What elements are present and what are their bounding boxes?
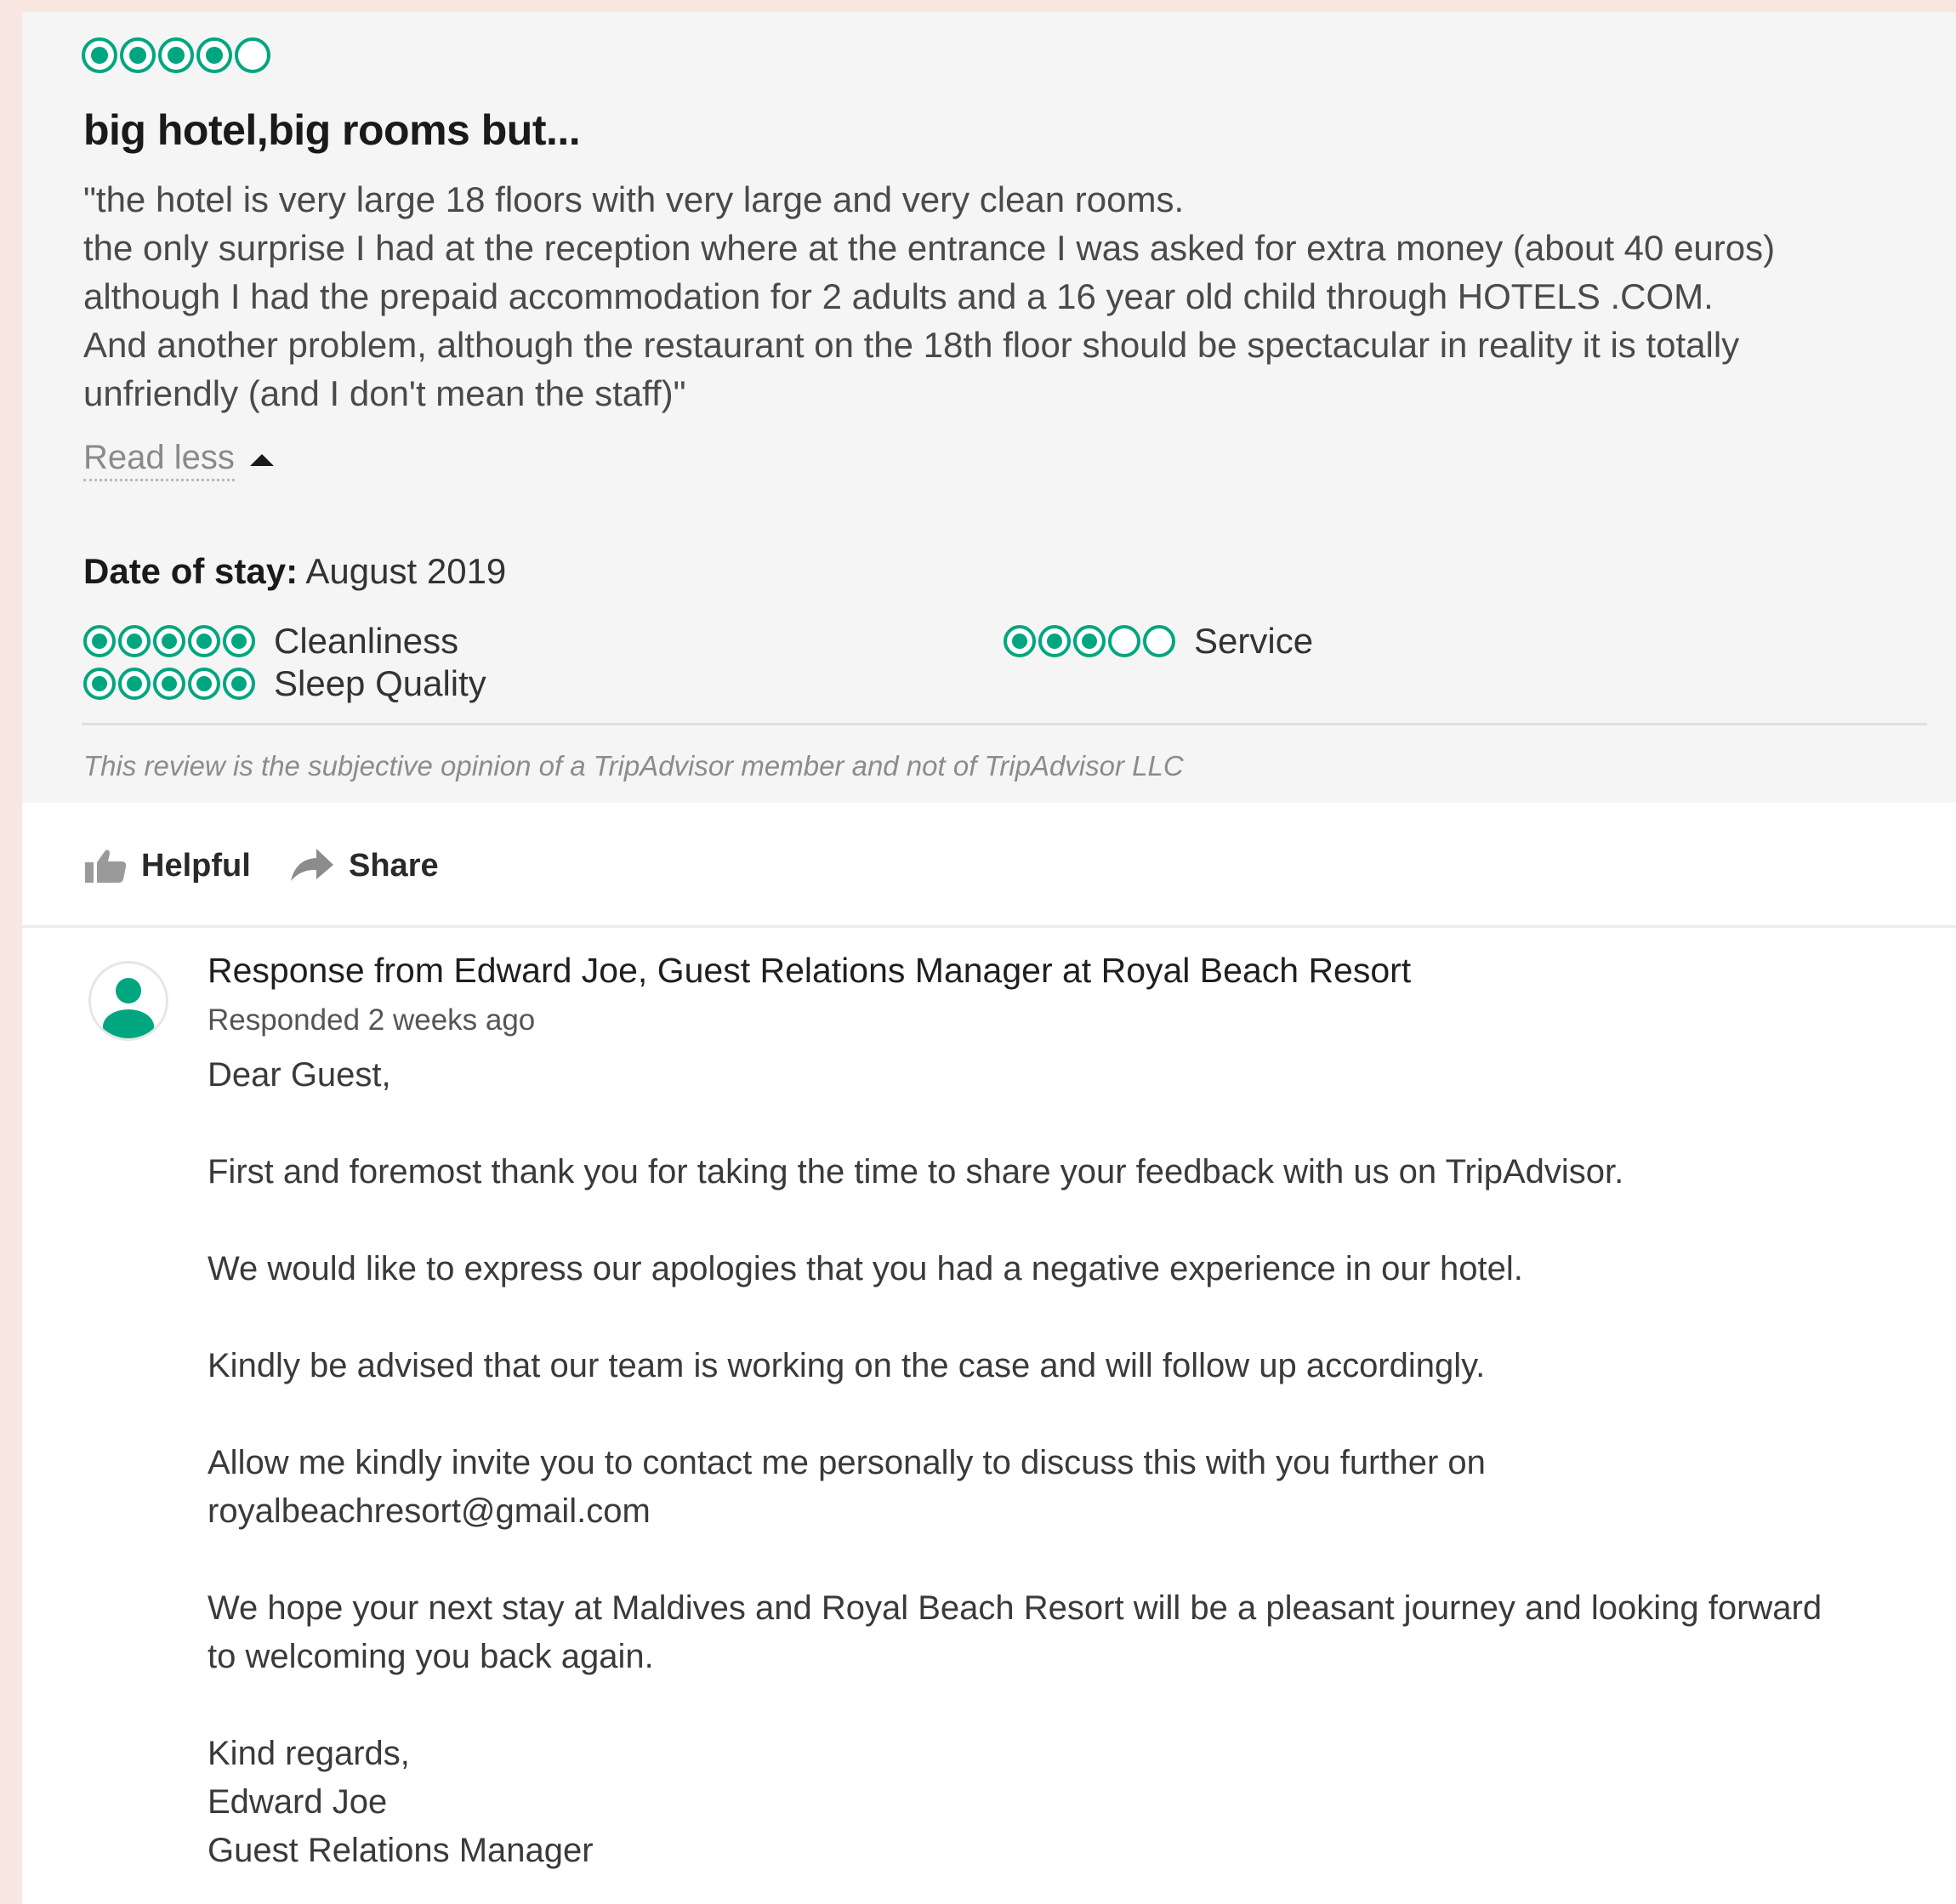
rating-bubble-filled-icon <box>188 625 220 657</box>
thumbs-up-icon <box>85 850 127 883</box>
response-paragraph: We would like to express our apologies t… <box>208 1250 1523 1287</box>
rating-bubble-filled-icon <box>118 668 151 700</box>
response-paragraph: Allow me kindly invite you to contact me… <box>208 1439 1908 1536</box>
response-greeting: Dear Guest, <box>208 1056 391 1094</box>
review-body-line: the only surprise I had at the reception… <box>83 228 1776 268</box>
sub-rating-label: Cleanliness <box>274 621 459 661</box>
response-line: We hope your next stay at Maldives and R… <box>208 1589 1822 1627</box>
rating-bubble-filled-icon <box>1038 625 1071 657</box>
review-title: big hotel,big rooms but... <box>83 106 581 154</box>
read-less-toggle[interactable]: Read less <box>83 439 274 481</box>
response-paragraph: First and foremost thank you for taking … <box>208 1153 1624 1191</box>
user-avatar-icon <box>103 978 154 1038</box>
share-label: Share <box>349 847 439 884</box>
avatar <box>88 961 168 1041</box>
signature-role: Guest Relations Manager <box>208 1832 594 1869</box>
review-divider <box>82 723 1927 725</box>
response-body: Dear Guest, First and foremost thank you… <box>208 1051 1908 1875</box>
signature-line: Kind regards, <box>208 1735 410 1772</box>
response-signature: Kind regards, Edward Joe Guest Relations… <box>208 1730 1908 1875</box>
response-title: Response from Edward Joe, Guest Relation… <box>208 951 1412 990</box>
rating-bubble-empty-icon <box>1108 625 1140 657</box>
cleanliness-bubbles <box>83 625 255 657</box>
rating-bubble-filled-icon <box>158 37 194 73</box>
rating-bubble-empty-icon <box>235 37 270 73</box>
sub-rating-sleep-quality: Sleep Quality <box>83 663 486 704</box>
review-panel: big hotel,big rooms but... "the hotel is… <box>22 12 1956 803</box>
rating-bubble-filled-icon <box>120 37 156 73</box>
rating-bubble-filled-icon <box>153 668 185 700</box>
rating-bubble-filled-icon <box>223 625 255 657</box>
review-rating-bubbles <box>82 37 270 73</box>
helpful-button[interactable]: Helpful <box>83 847 251 884</box>
rating-bubble-filled-icon <box>83 668 116 700</box>
response-email: royalbeachresort@gmail.com <box>208 1492 651 1530</box>
review-body-line: although I had the prepaid accommodation… <box>83 276 1714 316</box>
rating-bubble-empty-icon <box>1143 625 1175 657</box>
sleep-quality-bubbles <box>83 668 255 700</box>
date-of-stay: Date of stay: August 2019 <box>83 551 506 592</box>
actions-divider <box>22 925 1956 928</box>
rating-bubble-filled-icon <box>1073 625 1106 657</box>
rating-bubble-filled-icon <box>82 37 117 73</box>
share-arrow-icon <box>291 849 333 881</box>
share-button[interactable]: Share <box>289 847 439 884</box>
review-body-line: And another problem, although the restau… <box>83 325 1740 365</box>
review-body: "the hotel is very large 18 floors with … <box>83 175 1954 418</box>
rating-bubble-filled-icon <box>1004 625 1036 657</box>
response-line: Allow me kindly invite you to contact me… <box>208 1444 1486 1481</box>
sub-rating-label: Service <box>1194 621 1314 661</box>
rating-bubble-filled-icon <box>83 625 116 657</box>
response-paragraph: Kindly be advised that our team is worki… <box>208 1347 1486 1384</box>
sub-rating-cleanliness: Cleanliness <box>83 621 458 662</box>
caret-up-icon <box>249 454 274 466</box>
sub-rating-service: Service <box>1004 621 1313 662</box>
response-paragraph: We hope your next stay at Maldives and R… <box>208 1584 1908 1681</box>
review-card: big hotel,big rooms but... "the hotel is… <box>22 12 1956 1904</box>
review-disclaimer: This review is the subjective opinion of… <box>83 750 1184 781</box>
review-body-line: "the hotel is very large 18 floors with … <box>83 179 1185 219</box>
rating-bubble-filled-icon <box>118 625 151 657</box>
rating-bubble-filled-icon <box>153 625 185 657</box>
signature-name: Edward Joe <box>208 1783 388 1821</box>
rating-bubble-filled-icon <box>196 37 232 73</box>
helpful-label: Helpful <box>141 847 251 884</box>
date-of-stay-value: August 2019 <box>305 551 507 591</box>
service-bubbles <box>1004 625 1175 657</box>
response-line: to welcoming you back again. <box>208 1638 654 1675</box>
read-less-link[interactable]: Read less <box>83 439 235 481</box>
review-body-line: unfriendly (and I don't mean the staff)" <box>83 373 686 413</box>
response-date: Responded 2 weeks ago <box>208 1003 536 1037</box>
date-of-stay-label: Date of stay: <box>83 551 299 591</box>
sub-rating-label: Sleep Quality <box>274 663 486 703</box>
rating-bubble-filled-icon <box>188 668 220 700</box>
rating-bubble-filled-icon <box>223 668 255 700</box>
